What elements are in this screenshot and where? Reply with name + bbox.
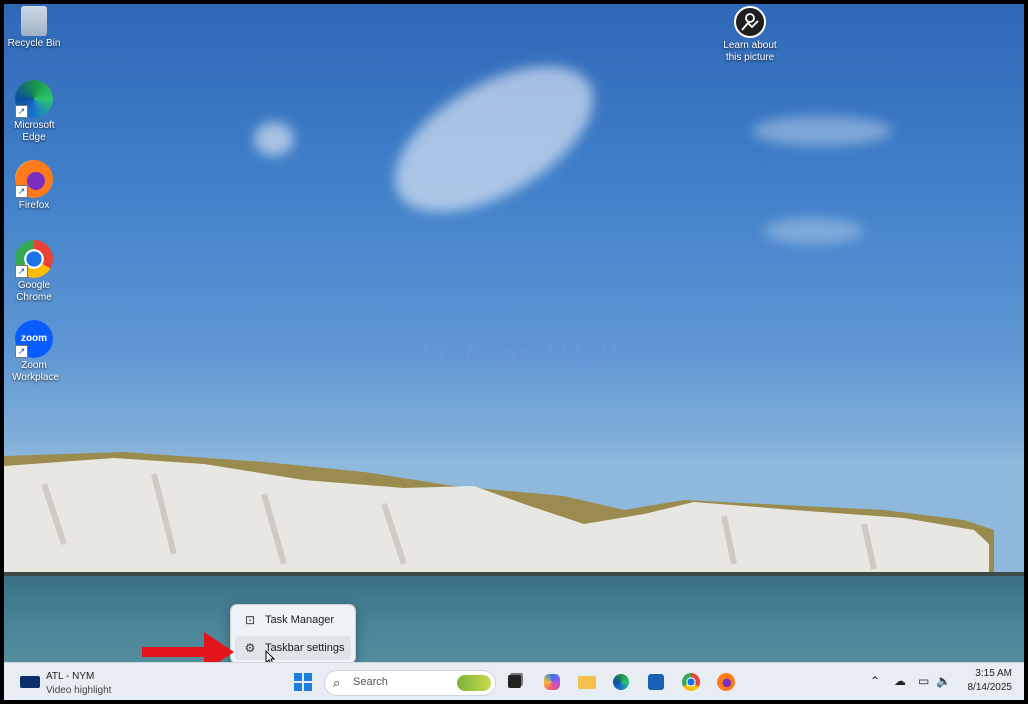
desktop-icon-label: Microsoft Edge [14, 120, 55, 143]
task-manager-icon: ⊡ [244, 613, 256, 627]
desktop: IT Pros HUB Recycle Bin ↗ Microsoft Edge… [4, 4, 1024, 700]
desktop-icon-recycle-bin[interactable]: Recycle Bin [4, 6, 66, 50]
desktop-icon-label: Learn about this picture [723, 40, 777, 63]
firefox-icon [717, 673, 735, 691]
chrome-icon: ↗ [15, 240, 53, 278]
copilot-icon [544, 674, 560, 690]
search-highlight-icon [457, 675, 491, 691]
widget-title: ATL - NYM [46, 671, 95, 682]
recycle-bin-icon [21, 6, 47, 36]
mlb-logo-icon [20, 676, 40, 688]
menu-item-label: Taskbar settings [265, 642, 345, 654]
watermark-text: IT Pros HUB [418, 337, 620, 374]
menu-item-task-manager[interactable]: ⊡ Task Manager [235, 608, 351, 632]
task-view-button[interactable] [504, 671, 526, 693]
start-button[interactable] [292, 671, 314, 693]
edge-icon: ↗ [15, 80, 53, 118]
store-icon [648, 674, 664, 690]
desktop-icon-label: Recycle Bin [7, 38, 61, 49]
taskbar-context-menu: ⊡ Task Manager ⚙ Taskbar settings [230, 604, 356, 664]
clock-date: 8/14/2025 [967, 682, 1013, 693]
desktop-icon-label: Google Chrome [16, 280, 52, 303]
folder-icon [578, 676, 596, 689]
file-explorer-button[interactable] [576, 671, 598, 693]
search-box[interactable]: ⌕ Search [324, 670, 496, 696]
edge-icon [613, 674, 629, 690]
cloud [254, 122, 294, 156]
search-placeholder: Search [353, 676, 388, 688]
clock-time: 3:15 AM [975, 668, 1012, 679]
camera-icon [734, 6, 766, 38]
shortcut-arrow-icon: ↗ [15, 345, 28, 358]
menu-item-taskbar-settings[interactable]: ⚙ Taskbar settings [235, 636, 351, 660]
white-cliffs [4, 452, 1024, 580]
firefox-taskbar-button[interactable] [715, 671, 737, 693]
task-view-icon [508, 675, 521, 688]
chrome-taskbar-button[interactable] [680, 671, 702, 693]
show-hidden-icons-chevron-icon[interactable]: ⌃ [870, 674, 880, 688]
desktop-icon-google-chrome[interactable]: ↗ Google Chrome [4, 240, 66, 304]
onedrive-offline-icon[interactable]: ☁ [894, 674, 906, 688]
copilot-button[interactable] [541, 671, 563, 693]
menu-item-label: Task Manager [265, 614, 335, 626]
search-icon: ⌕ [333, 675, 341, 690]
taskbar: ATL - NYM Video highlight ⌕ Search ⌃ ☁ ▭… [4, 662, 1024, 700]
cloud [764, 218, 864, 244]
cloud [752, 116, 892, 146]
desktop-icon-microsoft-edge[interactable]: ↗ Microsoft Edge [4, 80, 66, 144]
shortcut-arrow-icon: ↗ [15, 265, 28, 278]
network-icon[interactable]: ▭ [918, 674, 929, 688]
shortcut-arrow-icon: ↗ [15, 105, 28, 118]
volume-icon[interactable]: 🔈 [936, 674, 951, 688]
store-button[interactable] [645, 671, 667, 693]
widget-subtitle: Video highlight [46, 685, 112, 696]
desktop-icon-firefox[interactable]: ↗ Firefox [4, 160, 66, 212]
desktop-icon-label: Zoom Workplace [12, 360, 60, 383]
cloud [371, 36, 617, 242]
windows-logo-icon [294, 673, 312, 691]
desktop-icon-label: Firefox [18, 200, 50, 211]
edge-taskbar-button[interactable] [610, 671, 632, 693]
shortcut-arrow-icon: ↗ [15, 185, 28, 198]
firefox-icon: ↗ [15, 160, 53, 198]
gear-icon: ⚙ [244, 641, 256, 655]
zoom-icon: zoom ↗ [15, 320, 53, 358]
desktop-icon-zoom[interactable]: zoom ↗ Zoom Workplace [4, 320, 66, 384]
learn-about-picture[interactable]: Learn about this picture [718, 6, 782, 64]
chrome-icon [682, 673, 700, 691]
clock[interactable]: 3:15 AM 8/14/2025 [968, 667, 1013, 695]
